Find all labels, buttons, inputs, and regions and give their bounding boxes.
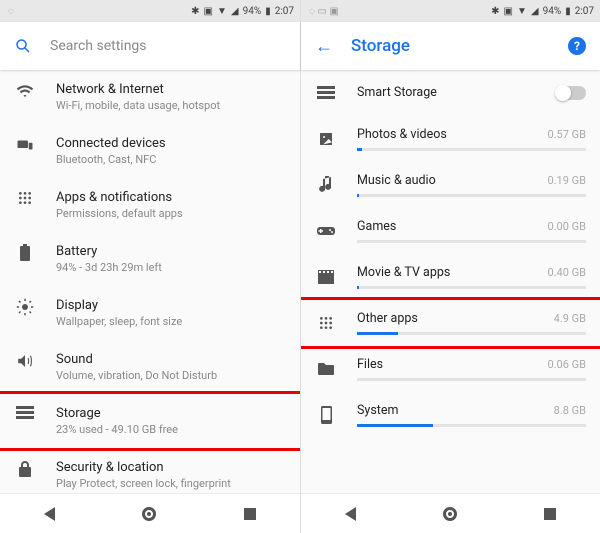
row-system[interactable]: System8.8 GB [301,392,600,438]
movie-icon [315,270,337,284]
item-sound[interactable]: SoundVolume, vibration, Do Not Disturb [0,340,300,394]
settings-screen: ◌ ✱ ▣ ▼ ◢ 94% ▮ 2:07 Search settings Net… [0,0,300,533]
status-bar: ◌ ✱ ▣ ▼ ◢ 94% ▮ 2:07 [0,0,300,22]
progress-bar [357,148,586,151]
battery-pct: 94% [243,6,262,17]
highlight-other-apps: Other apps4.9 GB [301,297,600,349]
music-icon [315,176,337,194]
gamepad-icon [315,225,337,237]
signal-icon: ◢ [231,6,239,17]
signal-icon: ◢ [531,6,539,17]
storage-appbar: ← Storage ? [301,22,600,70]
settings-list: Network & InternetWi-Fi, mobile, data us… [0,70,300,493]
progress-bar [357,378,586,381]
clock: 2:07 [575,6,594,17]
phone-icon [315,406,337,424]
row-other-apps[interactable]: Other apps4.9 GB [301,300,600,346]
sound-icon [14,352,36,370]
item-connected[interactable]: Connected devicesBluetooth, Cast, NFC [0,124,300,178]
status-bar: ◌ ▭ ▣ ✱ ▣ ▼ ◢ 94% ▮ 2:07 [301,0,600,22]
storage-screen: ◌ ▭ ▣ ✱ ▣ ▼ ◢ 94% ▮ 2:07 ← Storage ? Sma… [300,0,600,533]
nav-bar [301,493,600,533]
wifi-icon: ▼ [217,6,227,17]
wifi-icon [14,82,36,100]
search-placeholder: Search settings [50,38,147,54]
devices-icon [14,136,36,154]
battery-icon: ▮ [265,6,271,17]
home-nav-icon[interactable] [443,507,457,521]
back-nav-icon[interactable] [345,507,356,521]
nav-bar [0,493,300,533]
item-display[interactable]: DisplayWallpaper, sleep, font size [0,286,300,340]
cast-icon: ◌ [8,6,14,17]
brightness-icon [14,298,36,316]
clock: 2:07 [275,6,294,17]
progress-bar [357,194,586,197]
progress-bar [357,286,586,289]
recents-nav-icon[interactable] [244,508,256,520]
help-icon[interactable]: ? [568,37,586,55]
page-title: Storage [351,36,410,56]
apps-icon [14,190,36,206]
bluetooth-icon: ✱ [191,6,199,17]
row-music[interactable]: Music & audio0.19 GB [301,162,600,208]
notif-icons: ◌ ▭ ▣ [309,6,339,17]
row-photos[interactable]: Photos & videos0.57 GB [301,116,600,162]
item-network[interactable]: Network & InternetWi-Fi, mobile, data us… [0,70,300,124]
smart-storage-toggle[interactable] [556,86,586,100]
row-files[interactable]: Files0.06 GB [301,346,600,392]
storage-icon [315,86,337,100]
back-icon[interactable]: ← [315,36,333,57]
battery-icon [14,244,36,262]
highlight-storage: Storage23% used - 49.10 GB free [0,391,300,451]
item-storage[interactable]: Storage23% used - 49.10 GB free [0,394,300,448]
apps-icon [315,315,337,331]
item-battery[interactable]: Battery94% - 3d 23h 29m left [0,232,300,286]
row-games[interactable]: Games0.00 GB [301,208,600,254]
row-movies[interactable]: Movie & TV apps0.40 GB [301,254,600,300]
folder-icon [315,362,337,375]
recents-nav-icon[interactable] [544,508,556,520]
home-nav-icon[interactable] [142,507,156,521]
progress-bar [357,332,586,335]
vibrate-icon: ▣ [204,6,213,17]
bluetooth-icon: ✱ [491,6,499,17]
back-nav-icon[interactable] [44,507,55,521]
search-icon [14,37,32,55]
battery-pct: 94% [543,6,562,17]
vibrate-icon: ▣ [504,6,513,17]
item-apps[interactable]: Apps & notificationsPermissions, default… [0,178,300,232]
image-icon [315,131,337,147]
lock-icon [14,460,36,478]
search-bar[interactable]: Search settings [0,22,300,70]
wifi-icon: ▼ [517,6,527,17]
row-smart-storage[interactable]: Smart Storage [301,70,600,116]
item-security[interactable]: Security & locationPlay Protect, screen … [0,448,300,493]
progress-bar [357,424,586,427]
storage-icon [14,406,36,420]
storage-list: Smart Storage Photos & videos0.57 GB Mus… [301,70,600,493]
battery-icon: ▮ [565,6,571,17]
progress-bar [357,240,586,243]
